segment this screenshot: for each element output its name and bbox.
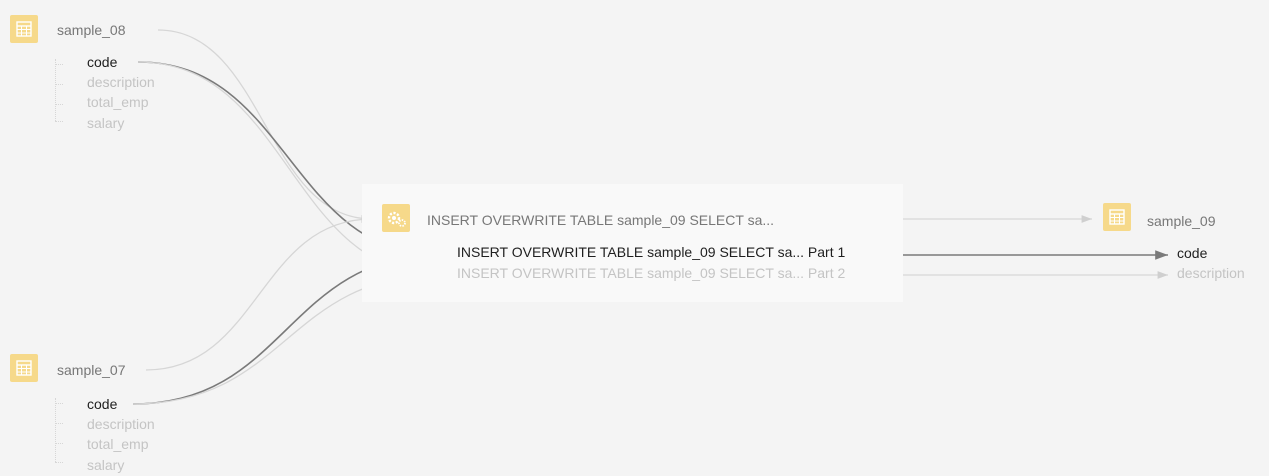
process-part-2[interactable]: INSERT OVERWRITE TABLE sample_09 SELECT … [457, 265, 845, 281]
source-table-name[interactable]: sample_07 [57, 362, 126, 378]
column-tree-guide [55, 398, 64, 462]
process-node[interactable]: INSERT OVERWRITE TABLE sample_09 SELECT … [382, 204, 897, 284]
edge-sample07-to-process [145, 215, 373, 371]
source-table-sample_07[interactable]: sample_07 code description total_emp sal… [10, 354, 180, 474]
edge-sample08-to-process [157, 29, 373, 223]
table-icon [10, 354, 38, 382]
column-total-emp[interactable]: total_emp [87, 436, 148, 452]
column-code[interactable]: code [87, 396, 117, 412]
column-total-emp[interactable]: total_emp [87, 94, 148, 110]
target-table-name[interactable]: sample_09 [1147, 213, 1216, 229]
column-description[interactable]: description [87, 74, 155, 90]
column-description[interactable]: description [87, 416, 155, 432]
table-icon [10, 15, 38, 43]
table-icon [1103, 203, 1131, 231]
source-table-sample_08[interactable]: sample_08 code description total_emp sal… [10, 15, 180, 135]
column-code[interactable]: code [87, 54, 117, 70]
column-tree-guide [55, 59, 64, 121]
target-column-description[interactable]: description [1177, 265, 1245, 281]
source-table-name[interactable]: sample_08 [57, 22, 126, 38]
process-part-1[interactable]: INSERT OVERWRITE TABLE sample_09 SELECT … [457, 244, 845, 260]
column-salary[interactable]: salary [87, 115, 124, 131]
column-salary[interactable]: salary [87, 457, 124, 473]
process-title[interactable]: INSERT OVERWRITE TABLE sample_09 SELECT … [427, 212, 774, 228]
target-column-code[interactable]: code [1177, 245, 1207, 261]
gears-icon [382, 204, 410, 232]
target-table-sample_09[interactable]: sample_09 code description [1103, 203, 1263, 283]
